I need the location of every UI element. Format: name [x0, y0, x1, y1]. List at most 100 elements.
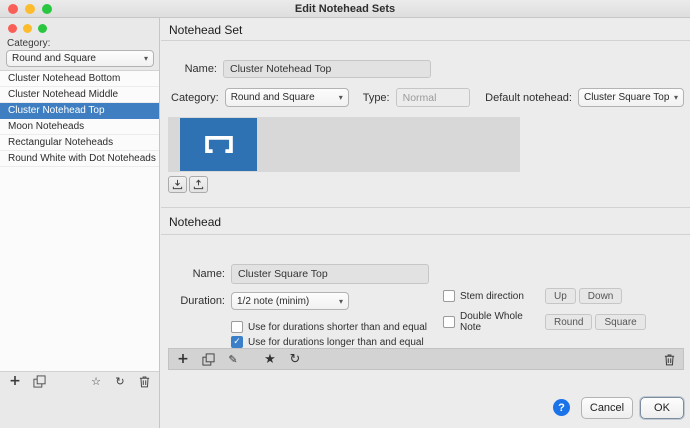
- set-name-label: Name:: [184, 63, 217, 75]
- divider: [161, 234, 690, 235]
- notehead-name-row: Name:: [165, 264, 429, 284]
- divider: [161, 207, 690, 208]
- list-item[interactable]: Cluster Notehead Top: [0, 103, 159, 119]
- list-item-label: Rectangular Noteheads: [8, 137, 114, 148]
- duplicate-set-button[interactable]: [30, 372, 48, 390]
- add-notehead-button[interactable]: +: [174, 350, 192, 368]
- sidebar-toolbar: + ☆ ↻: [6, 372, 153, 390]
- use-longer-durations-checkbox[interactable]: ✓: [231, 336, 243, 348]
- set-category-value: Round and Square: [230, 92, 315, 103]
- close-window-button[interactable]: [8, 4, 18, 14]
- set-type-input: [395, 88, 470, 107]
- panel-window-controls: [8, 24, 47, 33]
- duration-select[interactable]: 1/2 note (minim) ▾: [231, 292, 349, 310]
- star-set-button[interactable]: ☆: [87, 372, 105, 390]
- import-icon: [172, 179, 183, 190]
- chevron-down-icon: ▾: [338, 93, 343, 102]
- preview-actions: [168, 176, 208, 193]
- reset-notehead-button[interactable]: ↻: [286, 350, 304, 368]
- list-item-label: Moon Noteheads: [8, 121, 85, 132]
- delete-set-button[interactable]: [135, 372, 153, 390]
- window-title: Edit Notehead Sets: [294, 2, 396, 15]
- chevron-down-icon: ▾: [673, 93, 678, 102]
- chevron-down-icon: ▾: [338, 296, 343, 306]
- notehead-preview-tile[interactable]: [180, 118, 257, 171]
- list-item-label: Cluster Notehead Bottom: [8, 73, 121, 84]
- cancel-button[interactable]: Cancel: [581, 397, 633, 419]
- use-shorter-durations-checkbox[interactable]: ✓: [231, 321, 243, 333]
- set-type-label: Type:: [362, 91, 390, 104]
- notehead-toolbar: + ✎ ★ ↻: [168, 348, 684, 370]
- panel-minimize-button[interactable]: [23, 24, 32, 33]
- longer-durations-row: ✓ Use for durations longer than and equa…: [231, 336, 424, 348]
- edit-notehead-button[interactable]: ✎: [224, 350, 242, 368]
- minimize-window-button[interactable]: [25, 4, 35, 14]
- set-name-row: Name:: [165, 60, 431, 78]
- delete-notehead-button[interactable]: [660, 350, 678, 368]
- ok-button[interactable]: OK: [640, 397, 684, 419]
- zoom-window-button[interactable]: [42, 4, 52, 14]
- set-name-input[interactable]: [223, 60, 431, 78]
- help-button[interactable]: ?: [553, 399, 570, 416]
- notehead-set-list: Cluster Notehead Bottom Cluster Notehead…: [0, 70, 159, 372]
- sidebar-category-select[interactable]: Round and Square ▾: [6, 50, 154, 67]
- export-notehead-button[interactable]: [189, 176, 208, 193]
- default-notehead-label: Default notehead:: [485, 91, 572, 104]
- chevron-down-icon: ▾: [143, 54, 148, 63]
- duplicate-notehead-button[interactable]: [199, 350, 217, 368]
- notehead-preview-strip: [168, 117, 520, 172]
- duration-value: 1/2 note (minim): [237, 295, 310, 307]
- add-set-button[interactable]: +: [6, 372, 24, 390]
- default-notehead-select[interactable]: Cluster Square Top ▾: [578, 88, 684, 107]
- set-meta-row: Category: Round and Square ▾ Type: Defau…: [171, 88, 684, 107]
- cluster-square-top-glyph: [204, 136, 233, 153]
- titlebar: Edit Notehead Sets: [0, 0, 690, 18]
- panel-close-button[interactable]: [8, 24, 17, 33]
- export-icon: [193, 179, 204, 190]
- double-whole-square-button[interactable]: Square: [595, 314, 646, 330]
- notehead-sets-sidebar: Category: Round and Square ▾ Cluster Not…: [0, 18, 160, 428]
- notehead-name-label: Name:: [192, 268, 225, 280]
- stem-direction-label: Stem direction: [460, 290, 524, 302]
- check-icon: ✓: [233, 336, 241, 347]
- duplicate-icon: [201, 352, 215, 366]
- list-item-label: Cluster Notehead Top: [8, 105, 105, 116]
- list-item[interactable]: Cluster Notehead Middle: [0, 87, 159, 103]
- stem-down-button[interactable]: Down: [578, 288, 623, 304]
- duplicate-icon: [32, 374, 46, 388]
- window-controls: [8, 4, 52, 14]
- longer-durations-label: Use for durations longer than and equal: [248, 336, 424, 348]
- stem-up-button[interactable]: Up: [545, 288, 576, 304]
- sidebar-category-value: Round and Square: [12, 53, 96, 64]
- trash-icon: [664, 354, 674, 365]
- edit-notehead-sets-dialog: Edit Notehead Sets Category: Round and S…: [0, 0, 690, 428]
- list-item[interactable]: Cluster Notehead Bottom: [0, 71, 159, 87]
- stem-direction-row: ✓ Stem direction Up Down: [443, 288, 623, 304]
- notehead-set-section-title: Notehead Set: [169, 23, 243, 37]
- set-category-select[interactable]: Round and Square ▾: [224, 88, 349, 107]
- star-notehead-button[interactable]: ★: [261, 350, 279, 368]
- reset-set-button[interactable]: ↻: [111, 372, 129, 390]
- sidebar-category-label: Category:: [7, 38, 51, 49]
- duration-row: Duration: 1/2 note (minim) ▾: [165, 292, 349, 310]
- notehead-name-input[interactable]: [231, 264, 429, 284]
- notehead-section-title: Notehead: [169, 215, 222, 229]
- list-item[interactable]: Rectangular Noteheads: [0, 135, 159, 151]
- double-whole-note-checkbox[interactable]: ✓: [443, 316, 455, 328]
- list-item-label: Round White with Dot Noteheads: [8, 153, 156, 164]
- divider: [161, 40, 690, 41]
- main-panel: Notehead Set Name: Category: Round and S…: [161, 18, 690, 428]
- import-notehead-button[interactable]: [168, 176, 187, 193]
- list-item[interactable]: Moon Noteheads: [0, 119, 159, 135]
- panel-zoom-button[interactable]: [38, 24, 47, 33]
- set-category-label: Category:: [171, 91, 219, 104]
- default-notehead-value: Cluster Square Top: [584, 92, 670, 103]
- trash-icon: [139, 376, 149, 387]
- shorter-durations-label: Use for durations shorter than and equal: [248, 321, 427, 333]
- list-item-label: Cluster Notehead Middle: [8, 89, 119, 100]
- double-whole-round-button[interactable]: Round: [545, 314, 593, 330]
- double-whole-note-row: ✓ Double Whole Note Round Square: [443, 311, 646, 333]
- stem-direction-checkbox[interactable]: ✓: [443, 290, 455, 302]
- list-item[interactable]: Round White with Dot Noteheads: [0, 151, 159, 167]
- duration-label: Duration:: [180, 295, 225, 307]
